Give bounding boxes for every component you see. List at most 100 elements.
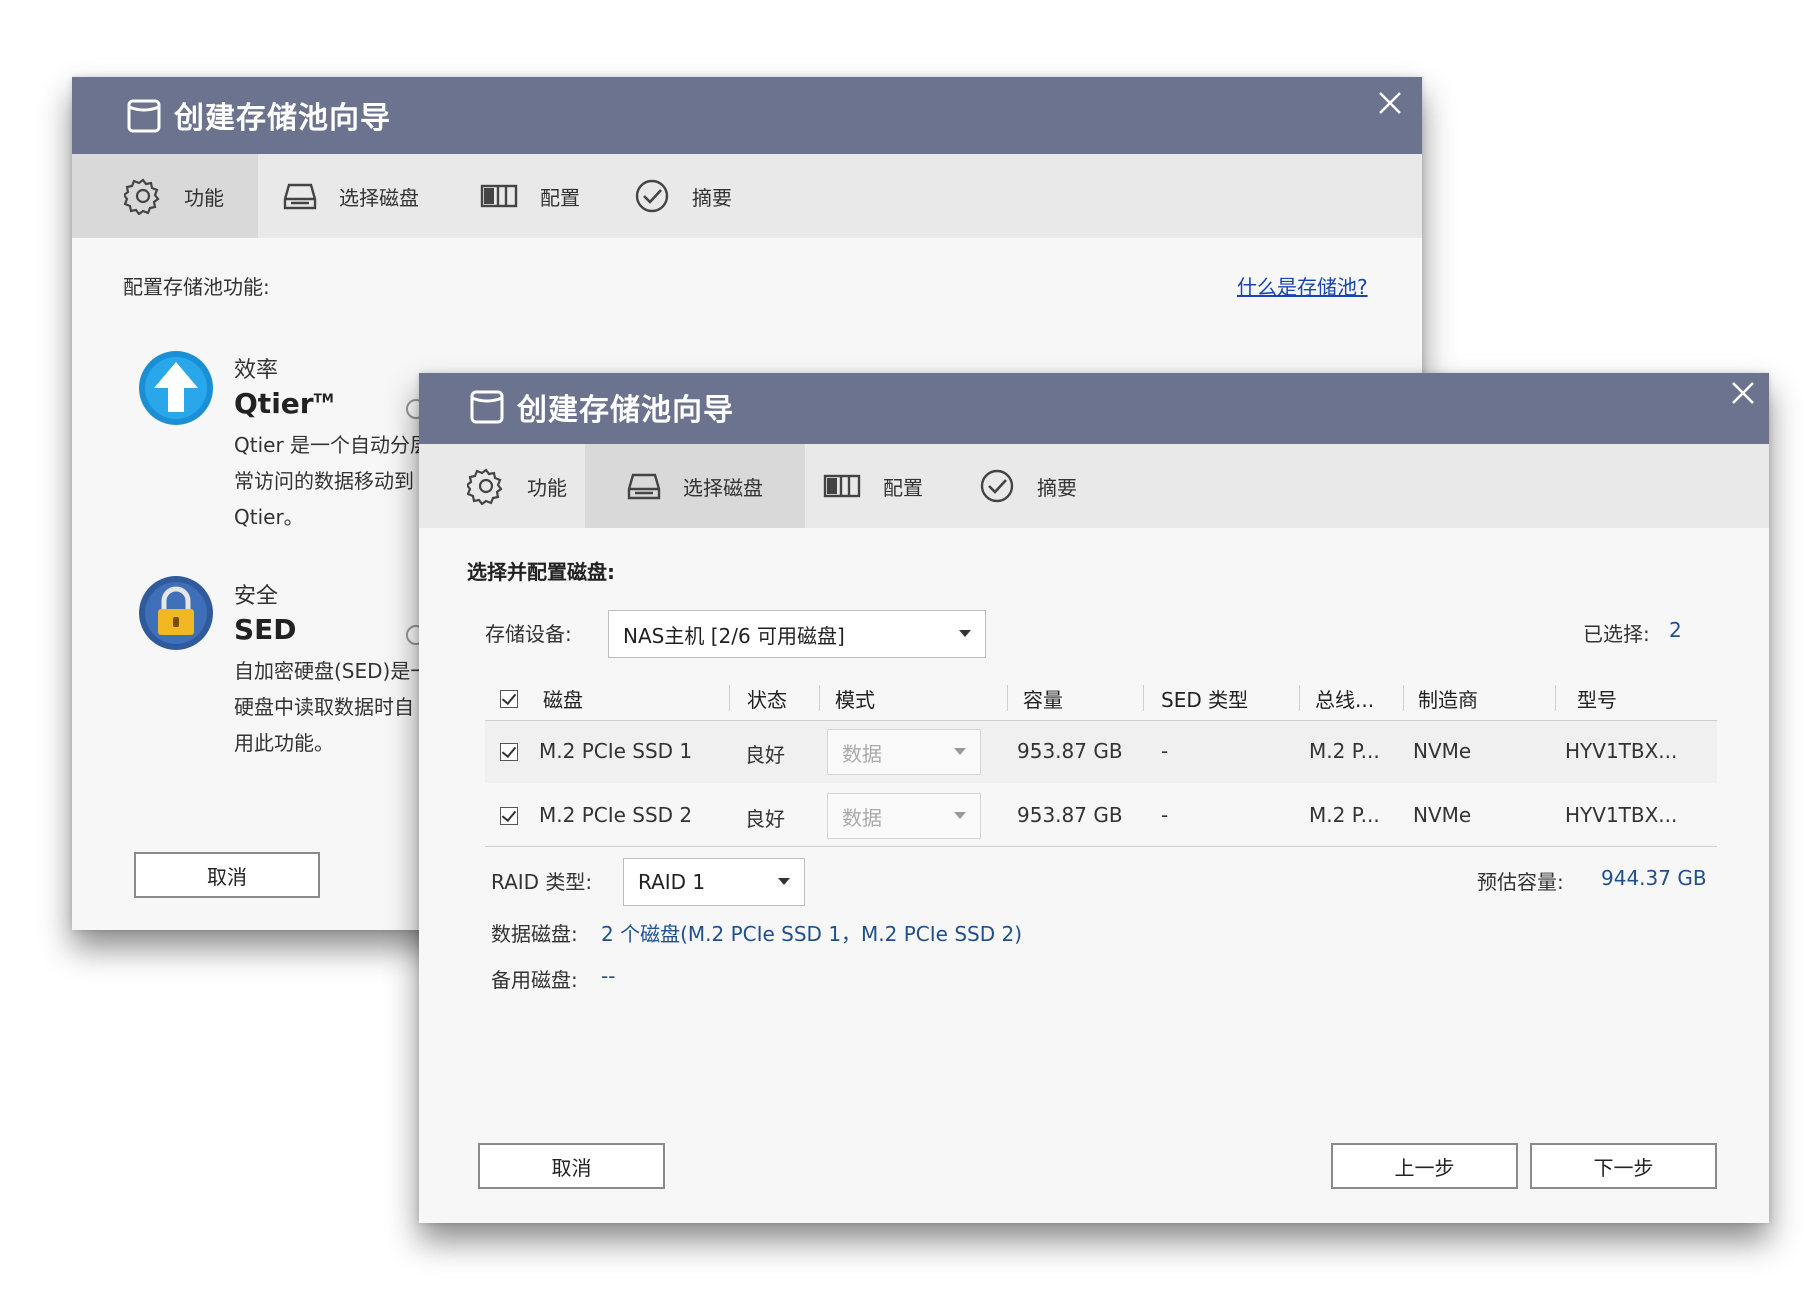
col-divider (1555, 685, 1556, 711)
next-step-button[interactable]: 下一步 (1530, 1143, 1717, 1189)
col-capacity[interactable]: 容量 (1023, 675, 1063, 721)
dialog-title: 创建存储池向导 (517, 393, 734, 428)
col-sed-type[interactable]: SED 类型 (1161, 675, 1248, 721)
step-label: 摘要 (692, 185, 732, 210)
section-title: 配置存储池功能: (123, 275, 270, 299)
select-value: 数据 (842, 741, 882, 766)
table-row[interactable]: M.2 PCIe SSD 2 良好 数据 953.87 GB - M.2 P..… (485, 785, 1717, 847)
step-label: 选择磁盘 (683, 475, 763, 500)
raid-type-select[interactable]: RAID 1 (623, 858, 805, 906)
cell-bus: M.2 P... (1309, 803, 1380, 827)
check-circle-icon (635, 179, 669, 213)
feature-desc-line: 硬盘中读取数据时自 (234, 695, 414, 719)
step-summary: 摘要 (979, 444, 1077, 528)
raid-config-icon (823, 474, 861, 498)
selected-count: 2 (1669, 618, 1682, 642)
cell-disk: M.2 PCIe SSD 1 (539, 739, 693, 763)
qtier-icon (139, 351, 213, 425)
front-title-bar: 创建存储池向导 (419, 373, 1769, 444)
storage-pool-icon (127, 99, 161, 133)
spare-disks-value: -- (601, 964, 616, 988)
mode-select[interactable]: 数据 (827, 793, 981, 839)
col-divider (1299, 685, 1300, 711)
step-select-disks: 选择磁盘 (627, 444, 763, 528)
storage-device-label: 存储设备: (485, 622, 572, 646)
col-model[interactable]: 型号 (1577, 675, 1617, 721)
section-title: 选择并配置磁盘: (467, 560, 615, 584)
disk-icon (627, 473, 661, 500)
cell-disk: M.2 PCIe SSD 2 (539, 803, 693, 827)
cell-model: HYV1TBX... (1565, 739, 1678, 763)
col-bus[interactable]: 总线... (1315, 675, 1374, 721)
disk-table: 磁盘 状态 模式 容量 SED 类型 总线... 制造商 型号 M.2 PCIe… (485, 675, 1717, 847)
col-mode[interactable]: 模式 (835, 675, 875, 721)
col-divider (729, 685, 730, 711)
what-is-storage-pool-link[interactable]: 什么是存储池? (1237, 271, 1368, 300)
col-disk[interactable]: 磁盘 (543, 675, 583, 721)
back-title-bar: 创建存储池向导 (72, 77, 1422, 154)
gear-icon (467, 468, 503, 505)
previous-step-button[interactable]: 上一步 (1331, 1143, 1518, 1189)
storage-device-select[interactable]: NAS主机 [2/6 可用磁盘] (608, 610, 986, 658)
cell-capacity: 953.87 GB (1017, 739, 1123, 763)
col-divider (1143, 685, 1144, 711)
col-status[interactable]: 状态 (747, 675, 787, 721)
cell-sed: - (1161, 803, 1169, 827)
cell-vendor: NVMe (1413, 803, 1472, 827)
row-checkbox[interactable] (500, 807, 518, 825)
select-all-checkbox[interactable] (500, 690, 518, 708)
step-select-disks: 选择磁盘 (283, 154, 419, 238)
disk-icon (283, 183, 317, 210)
raid-config-icon (480, 184, 518, 208)
data-disks-label: 数据磁盘: (491, 922, 578, 946)
cancel-button[interactable]: 取消 (478, 1143, 665, 1189)
cell-status: 良好 (745, 807, 785, 831)
select-value: NAS主机 [2/6 可用磁盘] (623, 623, 845, 648)
step-label: 选择磁盘 (339, 185, 419, 210)
feature-category: 效率 (234, 358, 279, 383)
cell-model: HYV1TBX... (1565, 803, 1678, 827)
est-capacity-label: 预估容量: (1477, 870, 1564, 894)
col-divider (1007, 685, 1008, 711)
table-row[interactable]: M.2 PCIe SSD 1 良好 数据 953.87 GB - M.2 P..… (485, 721, 1717, 783)
caret-down-icon (778, 878, 790, 885)
close-icon[interactable] (1376, 89, 1404, 117)
lock-icon (139, 576, 213, 650)
spare-disks-label: 备用磁盘: (491, 968, 578, 992)
check-circle-icon (980, 469, 1014, 503)
select-value: 数据 (842, 805, 882, 830)
feature-desc-line: 自加密硬盘(SED)是一 (234, 659, 431, 683)
gear-icon (124, 178, 160, 215)
step-label: 功能 (527, 475, 567, 500)
col-divider (1403, 685, 1404, 711)
step-summary: 摘要 (634, 154, 732, 238)
col-divider (819, 685, 820, 711)
cell-vendor: NVMe (1413, 739, 1472, 763)
feature-desc-line: 用此功能。 (234, 731, 334, 755)
step-feature: 功能 (124, 154, 224, 238)
table-header: 磁盘 状态 模式 容量 SED 类型 总线... 制造商 型号 (485, 675, 1717, 721)
raid-type-label: RAID 类型: (491, 870, 593, 894)
col-vendor[interactable]: 制造商 (1418, 675, 1478, 721)
cell-sed: - (1161, 739, 1169, 763)
step-label: 配置 (540, 185, 580, 210)
close-icon[interactable] (1729, 379, 1757, 407)
feature-category: 安全 (234, 584, 279, 609)
row-checkbox[interactable] (500, 743, 518, 761)
cell-status: 良好 (745, 743, 785, 767)
feature-name: QtierTM (234, 387, 334, 420)
storage-pool-icon (470, 390, 504, 424)
mode-select[interactable]: 数据 (827, 729, 981, 775)
select-value: RAID 1 (638, 870, 706, 894)
feature-desc-line: 常访问的数据移动到 (234, 469, 414, 493)
caret-down-icon (954, 812, 966, 819)
est-capacity-value: 944.37 GB (1601, 866, 1707, 890)
front-wizard-dialog: 创建存储池向导 功能 选择磁盘 配置 摘要 选择并配置磁盘: 存储设备: NAS… (419, 373, 1769, 1223)
cell-bus: M.2 P... (1309, 739, 1380, 763)
feature-desc-line: Qtier。 (234, 505, 304, 529)
step-config: 配置 (823, 444, 923, 528)
selected-label: 已选择: (1583, 622, 1650, 646)
dialog-title: 创建存储池向导 (174, 101, 391, 136)
cancel-button[interactable]: 取消 (134, 852, 320, 898)
step-label: 配置 (883, 475, 923, 500)
